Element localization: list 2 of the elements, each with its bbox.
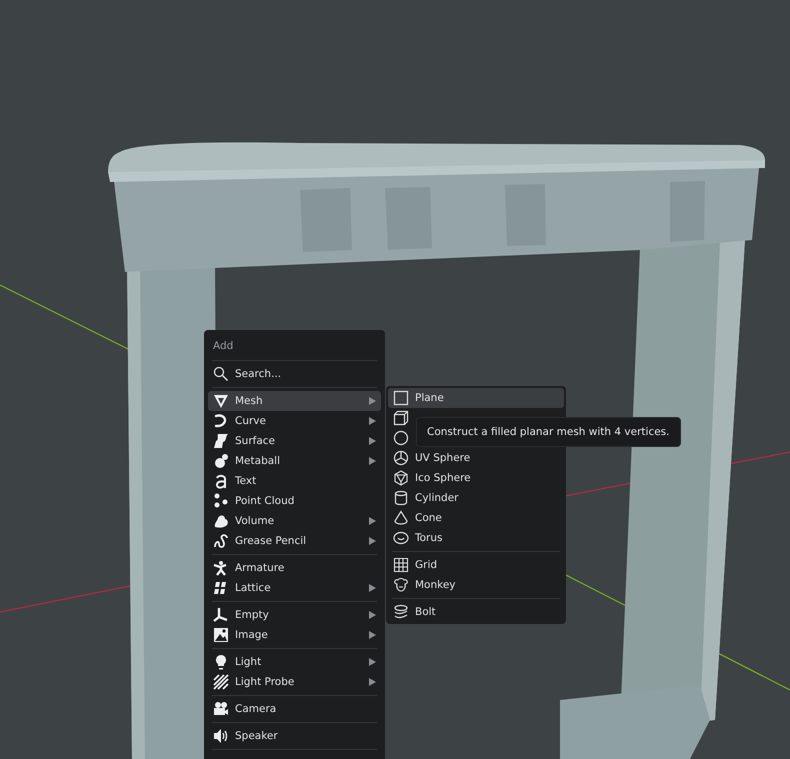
tooltip: Construct a filled planar mesh with 4 vertices.: [416, 417, 680, 447]
menu-title: Add: [212, 339, 234, 354]
